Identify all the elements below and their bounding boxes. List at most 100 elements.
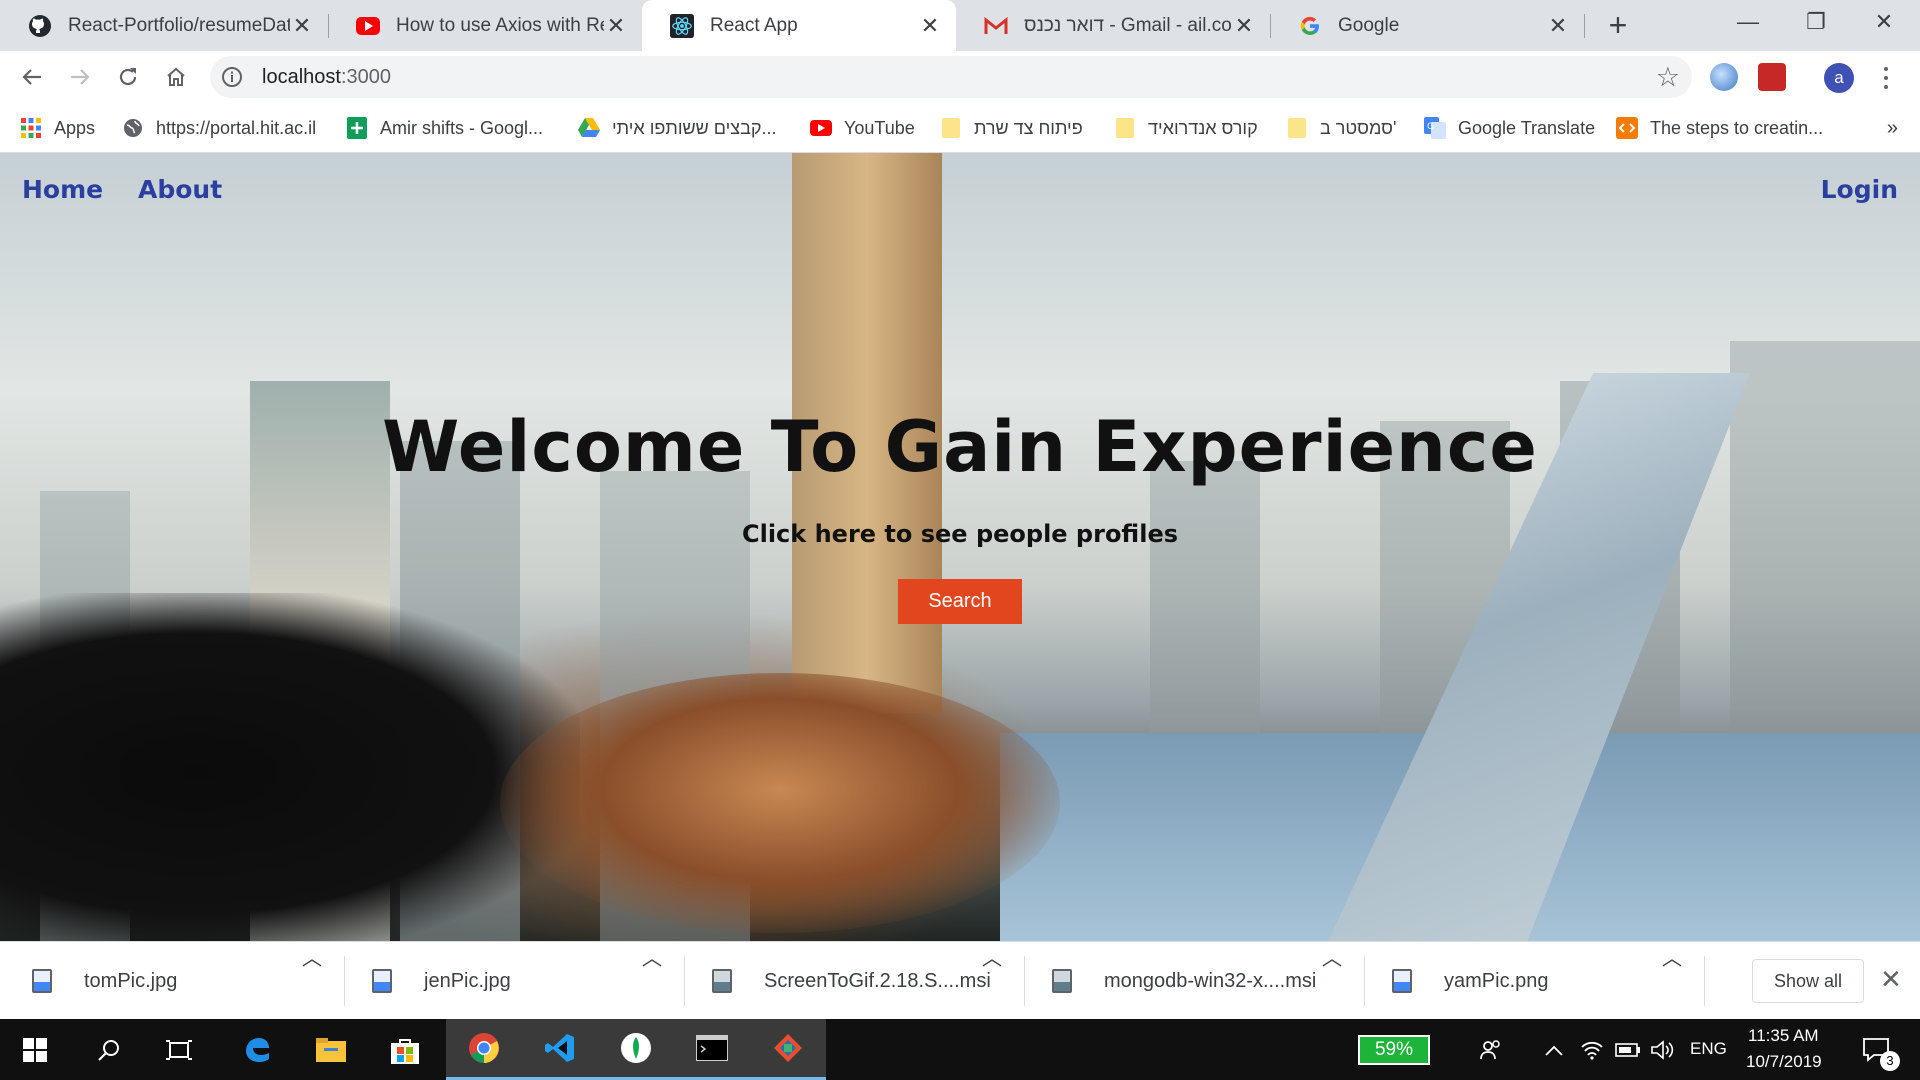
vscode-icon[interactable]: [522, 1019, 598, 1080]
divider: [684, 956, 685, 1006]
profile-avatar[interactable]: a: [1824, 63, 1854, 93]
extension-icon[interactable]: [1710, 63, 1738, 91]
bookmark-steps-to-create[interactable]: The steps to creatin...: [1616, 113, 1823, 143]
nav-home-link[interactable]: Home: [22, 175, 103, 204]
bookmark-label: Amir shifts - Googl...: [380, 117, 544, 138]
bookmarks-bar: Apps https://portal.hit.ac.il Amir shift…: [0, 103, 1920, 153]
background-image: [500, 673, 1060, 933]
bookmark-google-translate[interactable]: G Google Translate: [1424, 113, 1595, 143]
bookmark-youtube[interactable]: YouTube: [810, 113, 915, 143]
microsoft-store-icon[interactable]: [370, 1019, 440, 1080]
bookmark-label: סמסטר ב': [1320, 117, 1397, 138]
home-icon[interactable]: [158, 59, 194, 95]
extension-icon[interactable]: [1758, 63, 1786, 91]
tab-react-app[interactable]: React App ✕: [642, 0, 956, 51]
language-indicator[interactable]: ENG: [1690, 1039, 1727, 1059]
chevron-up-icon[interactable]: ︿: [1662, 942, 1682, 971]
bookmarks-overflow-icon[interactable]: »: [1887, 117, 1898, 140]
window-close-icon[interactable]: ✕: [1850, 0, 1918, 44]
command-prompt-icon[interactable]: [674, 1019, 750, 1080]
people-icon[interactable]: [1466, 1019, 1514, 1080]
chevron-up-icon[interactable]: ︿: [982, 942, 1002, 971]
url-text[interactable]: localhost:3000: [262, 66, 391, 89]
download-item[interactable]: yamPic.png: [1392, 942, 1549, 1020]
bookmark-star-icon[interactable]: ☆: [1656, 62, 1680, 92]
notifications-icon[interactable]: [1846, 1019, 1906, 1080]
nav-login-link[interactable]: Login: [1821, 175, 1898, 204]
volume-icon[interactable]: [1640, 1019, 1684, 1080]
tab-google[interactable]: Google ✕: [1270, 0, 1584, 51]
close-icon[interactable]: ✕: [1880, 964, 1902, 995]
image-file-icon: [1392, 969, 1412, 993]
bookmark-portal[interactable]: https://portal.hit.ac.il: [122, 113, 316, 143]
minimize-icon[interactable]: —: [1714, 0, 1782, 44]
image-file-icon: [372, 969, 392, 993]
battery-indicator[interactable]: 59%: [1358, 1035, 1430, 1065]
bookmark-label: קבצים ששותפו איתי...: [612, 117, 777, 138]
new-tab-button[interactable]: +: [1598, 8, 1638, 44]
show-all-button[interactable]: Show all: [1752, 959, 1864, 1003]
browser-toolbar: localhost:3000 ☆ a: [0, 51, 1920, 103]
bookmark-label: קורס אנדרואיד: [1148, 117, 1258, 138]
info-icon[interactable]: [220, 65, 244, 89]
clock-date[interactable]: 10/7/2019: [1746, 1052, 1822, 1072]
bookmark-label: YouTube: [844, 117, 915, 138]
close-icon[interactable]: ✕: [290, 13, 314, 38]
divider: [1024, 956, 1025, 1006]
edge-icon[interactable]: [222, 1019, 292, 1080]
bookmark-folder[interactable]: סמסטר ב': [1286, 113, 1396, 143]
bookmark-shared-files[interactable]: קבצים ששותפו איתי...: [578, 113, 777, 143]
chevron-up-icon[interactable]: ︿: [642, 942, 662, 971]
bookmark-folder[interactable]: קורס אנדרואיד: [1114, 113, 1258, 143]
clock-time[interactable]: 11:35 AM: [1748, 1026, 1819, 1046]
windows-start-icon[interactable]: [0, 1019, 70, 1080]
folder-icon: [1114, 117, 1136, 139]
url-port: :3000: [340, 66, 391, 88]
bookmark-apps[interactable]: Apps: [20, 113, 95, 143]
tab-github[interactable]: React-Portfolio/resumeData ✕: [0, 0, 328, 51]
restore-icon[interactable]: ❐: [1782, 0, 1850, 44]
forward-icon[interactable]: [62, 59, 98, 95]
bookmark-amir-shifts[interactable]: Amir shifts - Googl...: [346, 113, 543, 143]
git-gui-icon[interactable]: [750, 1019, 826, 1080]
search-button[interactable]: Search: [898, 579, 1022, 624]
tab-title: React App: [710, 14, 798, 36]
tab-youtube[interactable]: How to use Axios with React ✕: [328, 0, 642, 51]
bookmark-label: פיתוח צד שרת: [974, 117, 1083, 138]
tab-title: Google: [1338, 14, 1400, 36]
chrome-icon[interactable]: [446, 1019, 522, 1080]
kebab-menu-icon[interactable]: [1880, 64, 1892, 92]
google-icon: [1298, 14, 1322, 38]
download-item[interactable]: tomPic.jpg: [32, 942, 177, 1020]
close-icon[interactable]: ✕: [604, 13, 628, 38]
chevron-up-icon[interactable]: ︿: [1322, 942, 1342, 971]
address-bar[interactable]: localhost:3000 ☆: [210, 56, 1692, 98]
download-item[interactable]: ScreenToGif.2.18.S....msi: [712, 942, 991, 1020]
download-item[interactable]: jenPic.jpg: [372, 942, 511, 1020]
bookmark-folder[interactable]: פיתוח צד שרת: [940, 113, 1083, 143]
youtube-icon: [356, 14, 380, 38]
close-icon[interactable]: ✕: [1232, 13, 1256, 38]
reload-icon[interactable]: [110, 59, 146, 95]
tab-gmail[interactable]: דואר נכנס - Gmail - ail.com ✕: [956, 0, 1270, 51]
nav-about-link[interactable]: About: [138, 175, 222, 204]
close-icon[interactable]: ✕: [918, 13, 942, 38]
mongodb-compass-icon[interactable]: [598, 1019, 674, 1080]
installer-file-icon: [1052, 969, 1072, 993]
search-icon[interactable]: [74, 1019, 144, 1080]
bookmark-label: Apps: [54, 117, 96, 138]
tab-separator: [1584, 14, 1585, 38]
bookmark-label: Google Translate: [1458, 117, 1596, 138]
task-view-icon[interactable]: [144, 1019, 214, 1080]
back-icon[interactable]: [14, 59, 50, 95]
github-icon: [28, 14, 52, 38]
folder-icon: [940, 117, 962, 139]
divider: [344, 956, 345, 1006]
chevron-up-icon[interactable]: ︿: [302, 942, 322, 971]
background-image: [0, 593, 580, 941]
download-filename: tomPic.jpg: [84, 969, 178, 992]
download-item[interactable]: mongodb-win32-x....msi: [1052, 942, 1316, 1020]
web-page: Home About Login Welcome To Gain Experie…: [0, 153, 1920, 941]
close-icon[interactable]: ✕: [1546, 13, 1570, 38]
file-explorer-icon[interactable]: [296, 1019, 366, 1080]
